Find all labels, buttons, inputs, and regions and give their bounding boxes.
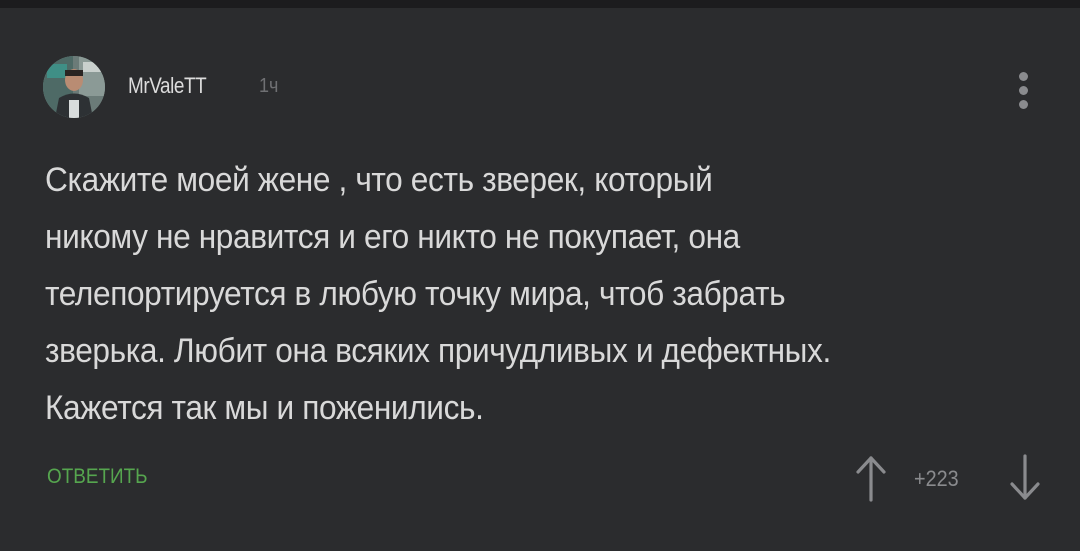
reply-button[interactable]: ОТВЕТИТЬ <box>47 465 148 489</box>
downvote-button[interactable] <box>1004 452 1046 504</box>
arrow-up-icon <box>856 456 886 502</box>
comment-text-line: никому не нравится и его никто не покупа… <box>45 218 740 256</box>
comment-text-line: Скажите моей жене , что есть зверек, кот… <box>45 161 713 199</box>
comment-text-line: зверька. Любит она всяких причудливых и … <box>45 332 831 370</box>
author-name[interactable]: MrValeTT <box>128 73 207 99</box>
upvote-button[interactable] <box>850 452 892 504</box>
comment-text-line: телепортируется в любую точку мира, чтоб… <box>45 275 786 313</box>
arrow-down-icon <box>1010 454 1040 500</box>
rating-count: +223 <box>914 466 959 491</box>
comment-time: 1ч <box>259 75 279 97</box>
comment-card: MrValeTT 1ч Скажите моей жене , что есть… <box>0 0 1080 543</box>
avatar[interactable] <box>43 56 105 118</box>
avatar-image <box>43 56 105 118</box>
more-menu-icon[interactable] <box>1008 64 1040 116</box>
comment-text: Скажите моей жене , что есть зверек, кот… <box>45 152 966 437</box>
comment-text-line: Кажется так мы и поженились. <box>45 389 484 427</box>
